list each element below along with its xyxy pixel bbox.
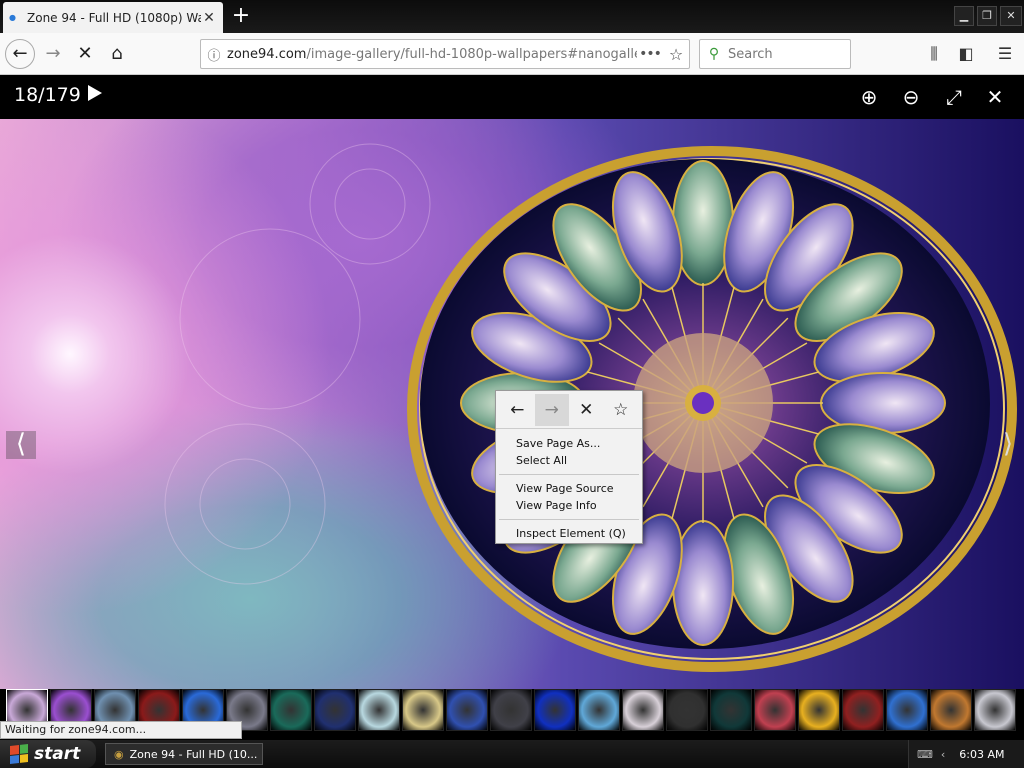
home-button[interactable]: ⌂	[102, 39, 132, 69]
window-close-button[interactable]: ✕	[1000, 6, 1022, 26]
thumbnail[interactable]	[930, 689, 972, 731]
context-menu: ← → ✕ ☆ Save Page As... Select All View …	[495, 390, 643, 544]
back-button[interactable]: ←	[5, 39, 35, 69]
ctx-view-page-info[interactable]: View Page Info	[496, 497, 642, 514]
thumbnail[interactable]	[666, 689, 708, 731]
ctx-forward-icon[interactable]: →	[534, 393, 569, 426]
ctx-back-icon[interactable]: ←	[500, 394, 535, 426]
restore-button[interactable]: ❐	[977, 6, 997, 26]
thumbnail[interactable]	[798, 689, 840, 731]
search-input[interactable]: ⚲ Search	[699, 39, 851, 69]
tab-bar: ● Zone 94 - Full HD (1080p) Wallpap ✕ + …	[0, 0, 1024, 33]
menu-icon[interactable]: ☰	[990, 39, 1020, 69]
minimize-button[interactable]: ▁	[954, 6, 974, 26]
url-path: /image-gallery/full-hd-1080p-wallpapers#…	[306, 46, 637, 62]
thumbnail[interactable]	[754, 689, 796, 731]
tab-active[interactable]: ● Zone 94 - Full HD (1080p) Wallpap ✕	[3, 2, 223, 33]
thumbnail[interactable]	[578, 689, 620, 731]
thumbnail[interactable]	[534, 689, 576, 731]
forward-button[interactable]: →	[38, 39, 68, 69]
info-icon[interactable]: ⓘ	[201, 45, 227, 64]
play-icon[interactable]	[86, 83, 110, 109]
start-button[interactable]: start	[0, 740, 96, 768]
thumbnail[interactable]	[402, 689, 444, 731]
thumbnail[interactable]	[358, 689, 400, 731]
url-text[interactable]: zone94.com/image-gallery/full-hd-1080p-w…	[227, 47, 637, 62]
favicon-icon: ●	[9, 12, 16, 22]
windows-logo-icon	[10, 744, 28, 764]
bookmark-star-icon[interactable]: ☆	[663, 45, 689, 64]
close-viewer-icon[interactable]: ✕	[981, 83, 1009, 111]
sidebar-icon[interactable]: ◧	[951, 39, 981, 69]
next-image-button[interactable]: ⟩	[995, 431, 1021, 459]
thumbnail[interactable]	[842, 689, 884, 731]
status-bar: Waiting for zone94.com...	[0, 721, 242, 739]
taskbar: start ◉ Zone 94 - Full HD (10... ⌨ ‹ 6:0…	[0, 740, 1024, 768]
viewer-toolbar: 18/179 ⊕ ⊖ ⤢ ✕	[0, 75, 1024, 119]
previous-image-button[interactable]: ⟨	[6, 431, 36, 459]
library-icon[interactable]: ⫼	[919, 39, 949, 69]
thumbnail[interactable]	[446, 689, 488, 731]
image-counter: 18/179	[14, 84, 81, 106]
thumbnail[interactable]	[710, 689, 752, 731]
taskbar-item-firefox[interactable]: ◉ Zone 94 - Full HD (10...	[105, 743, 263, 765]
new-tab-button[interactable]: +	[228, 3, 254, 29]
tray-arrow-icon[interactable]: ‹	[941, 748, 945, 761]
zoom-in-icon[interactable]: ⊕	[855, 83, 883, 111]
search-placeholder: Search	[728, 46, 773, 62]
tab-title: Zone 94 - Full HD (1080p) Wallpap	[27, 10, 201, 25]
ctx-select-all[interactable]: Select All	[496, 452, 642, 469]
ctx-separator	[499, 519, 639, 520]
thumbnail[interactable]	[314, 689, 356, 731]
thumbnail[interactable]	[490, 689, 532, 731]
system-tray: ⌨ ‹ 6:03 AM	[908, 740, 1024, 768]
url-bar[interactable]: ⓘ zone94.com/image-gallery/full-hd-1080p…	[200, 39, 690, 69]
ctx-view-page-source[interactable]: View Page Source	[496, 480, 642, 497]
navigation-toolbar: ← → ✕ ⌂ ⓘ zone94.com/image-gallery/full-…	[0, 33, 1024, 75]
zoom-out-icon[interactable]: ⊖	[897, 83, 925, 111]
tab-close-icon[interactable]: ✕	[201, 10, 217, 26]
thumbnail[interactable]	[622, 689, 664, 731]
keyboard-icon[interactable]: ⌨	[917, 748, 933, 761]
thumbnail[interactable]	[886, 689, 928, 731]
page-actions-icon[interactable]: •••	[637, 46, 663, 62]
firefox-icon: ◉	[114, 747, 124, 761]
context-menu-nav: ← → ✕ ☆	[496, 391, 642, 429]
ctx-inspect-element[interactable]: Inspect Element (Q)	[496, 525, 642, 542]
ctx-stop-icon[interactable]: ✕	[569, 394, 604, 426]
ctx-separator	[499, 474, 639, 475]
search-icon: ⚲	[708, 46, 720, 62]
fullscreen-icon[interactable]: ⤢	[940, 83, 968, 111]
ctx-save-page-as[interactable]: Save Page As...	[496, 435, 642, 452]
ctx-bookmark-icon[interactable]: ☆	[604, 394, 639, 426]
thumbnail[interactable]	[270, 689, 312, 731]
task-label: Zone 94 - Full HD (10...	[129, 747, 258, 761]
url-host: zone94.com	[227, 46, 307, 62]
clock: 6:03 AM	[959, 747, 1005, 761]
stop-button[interactable]: ✕	[70, 39, 100, 69]
thumbnail[interactable]	[974, 689, 1016, 731]
start-label: start	[34, 744, 81, 764]
